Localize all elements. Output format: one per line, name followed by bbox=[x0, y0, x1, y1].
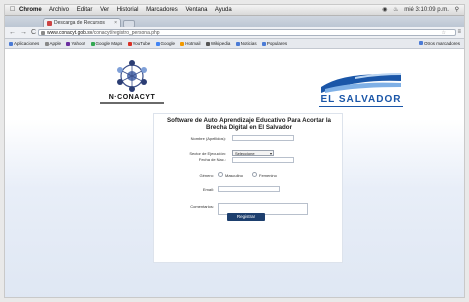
conacyt-logo[interactable]: N·CONACYT bbox=[97, 59, 167, 104]
sector-select-value: Seleccione bbox=[235, 151, 255, 156]
register-button[interactable]: Registrar bbox=[227, 213, 265, 221]
bookmark-label: Google Maps bbox=[95, 41, 123, 46]
menu-list: Chrome Archivo Editar Ver Historial Marc… bbox=[19, 5, 238, 15]
maps-icon bbox=[90, 41, 95, 46]
bookmark-aplicaciones[interactable]: Aplicaciones bbox=[9, 39, 39, 48]
conacyt-emblem-icon bbox=[117, 60, 147, 92]
other-bookmarks-label: Otros marcadores bbox=[423, 41, 460, 46]
form-title: Software de Auto Aprendizaje Educativo P… bbox=[166, 117, 331, 131]
bookmark-label: Populares bbox=[266, 41, 288, 46]
bookmark-label: YouTube bbox=[132, 41, 151, 46]
menu-archivo[interactable]: Archivo bbox=[49, 7, 69, 13]
name-label: Nombre (Apellidos): bbox=[190, 136, 226, 141]
back-arrow-icon[interactable]: ← bbox=[9, 29, 16, 36]
yahoo-icon bbox=[66, 41, 71, 46]
menu-ver[interactable]: Ver bbox=[100, 7, 109, 13]
conacyt-tagline-bar bbox=[100, 102, 164, 104]
system-menu-bar:  Chrome Archivo Editar Ver Historial Ma… bbox=[5, 5, 464, 16]
bookmark-label: Aplicaciones bbox=[14, 41, 40, 46]
tab-close-icon[interactable]: × bbox=[114, 19, 117, 27]
address-bar[interactable]: www.conacyt.gob.sv/conacyt/registro_pers… bbox=[38, 29, 456, 36]
menu-marcadores[interactable]: Marcadores bbox=[146, 7, 178, 13]
youtube-icon bbox=[127, 41, 132, 46]
page-info-icon[interactable] bbox=[41, 31, 45, 35]
folder-icon bbox=[261, 41, 266, 46]
bookmark-label: Noticias bbox=[240, 41, 257, 46]
menu-ayuda[interactable]: Ayuda bbox=[215, 7, 232, 13]
clock-text[interactable]: mié 3:10:09 p.m. bbox=[404, 7, 449, 13]
female-label: Femenino bbox=[259, 173, 277, 178]
comments-label: Comentarios: bbox=[190, 204, 214, 209]
url-path: /conacyt/registro_persona.php bbox=[92, 30, 160, 36]
tab-favicon-icon bbox=[47, 21, 52, 26]
bookmarks-bar: Aplicaciones Apple Yahoo! Google Maps Yo… bbox=[5, 39, 464, 49]
other-bookmarks[interactable]: Otros marcadores bbox=[418, 39, 460, 48]
wifi-icon[interactable]: ◉ bbox=[382, 7, 387, 13]
gender-label: Género: bbox=[199, 173, 214, 178]
url-host: www.conacyt.gob.sv bbox=[47, 30, 93, 36]
birthdate-label: Fecha de Nac.: bbox=[198, 157, 226, 162]
bookmark-google[interactable]: Google bbox=[155, 39, 176, 48]
logo-underline bbox=[319, 106, 403, 107]
bookmark-label: Wikipedia bbox=[210, 41, 231, 46]
forward-arrow-icon[interactable]: → bbox=[20, 29, 27, 36]
apps-icon bbox=[9, 41, 13, 46]
apple-menu-icon[interactable]:  bbox=[10, 5, 15, 15]
web-page: N·CONACYT EL SALVADOR Software de Auto A… bbox=[5, 49, 464, 297]
bookmark-label: Hotmail bbox=[185, 41, 201, 46]
menu-app-name[interactable]: Chrome bbox=[19, 7, 42, 13]
radio-female[interactable] bbox=[252, 172, 257, 177]
bookmark-populares[interactable]: Populares bbox=[261, 39, 288, 48]
google-icon bbox=[155, 41, 160, 46]
el-salvador-flag-emblem bbox=[321, 73, 401, 93]
menu-historial[interactable]: Historial bbox=[117, 7, 139, 13]
birthdate-input[interactable] bbox=[232, 157, 294, 163]
browser-toolbar: ← → C www.conacyt.gob.sv/conacyt/registro_… bbox=[5, 27, 464, 39]
spotlight-icon[interactable]: ⚲ bbox=[455, 7, 459, 13]
reload-icon[interactable]: C bbox=[31, 29, 36, 36]
wikipedia-icon bbox=[205, 41, 210, 46]
bookmark-apple[interactable]: Apple bbox=[44, 39, 62, 48]
apple-icon bbox=[44, 41, 49, 46]
screen-frame:  Chrome Archivo Editar Ver Historial Ma… bbox=[4, 4, 465, 298]
bookmark-wikipedia[interactable]: Wikipedia bbox=[205, 39, 231, 48]
menu-ventana[interactable]: Ventana bbox=[185, 7, 207, 13]
tab-strip: Descarga de Recursos × bbox=[5, 16, 464, 32]
bookmark-yahoo[interactable]: Yahoo! bbox=[66, 39, 85, 48]
hotmail-icon bbox=[180, 41, 185, 46]
sector-select[interactable]: Seleccione ▾ bbox=[232, 150, 274, 156]
nav-buttons: ← → C bbox=[9, 28, 40, 37]
folder-icon bbox=[418, 41, 423, 45]
registration-form: Software de Auto Aprendizaje Educativo P… bbox=[153, 113, 343, 263]
conacyt-wordmark: N·CONACYT bbox=[108, 94, 156, 101]
male-label: Masculino bbox=[225, 173, 244, 178]
bookmark-google-maps[interactable]: Google Maps bbox=[90, 39, 123, 48]
folder-icon bbox=[235, 41, 240, 46]
bookmark-label: Google bbox=[160, 41, 176, 46]
bookmark-youtube[interactable]: YouTube bbox=[127, 39, 151, 48]
tab-title: Descarga de Recursos bbox=[54, 20, 105, 26]
menu-status-area: ◉ ♨ mié 3:10:09 p.m. ⚲ bbox=[378, 5, 459, 15]
radio-male[interactable] bbox=[218, 172, 223, 177]
name-input[interactable] bbox=[232, 135, 294, 141]
browser-tab[interactable]: Descarga de Recursos × bbox=[43, 18, 121, 27]
bookmark-star-icon[interactable]: ☆ bbox=[442, 30, 446, 37]
bookmark-hotmail[interactable]: Hotmail bbox=[180, 39, 201, 48]
el-salvador-wordmark: EL SALVADOR bbox=[320, 94, 402, 105]
sector-label: Sector de Ejecución: bbox=[189, 151, 226, 156]
volume-icon[interactable]: ♨ bbox=[393, 7, 398, 13]
bookmark-label: Yahoo! bbox=[71, 41, 86, 46]
select-arrow-icon: ▾ bbox=[269, 151, 272, 156]
menu-editar[interactable]: Editar bbox=[77, 7, 93, 13]
bookmark-label: Apple bbox=[49, 41, 62, 46]
el-salvador-logo[interactable]: EL SALVADOR bbox=[315, 69, 407, 109]
bookmark-noticias[interactable]: Noticias bbox=[235, 39, 257, 48]
email-input[interactable] bbox=[218, 186, 280, 192]
email-label: Email: bbox=[202, 187, 214, 192]
wrench-menu-icon[interactable]: ≡ bbox=[457, 29, 461, 35]
